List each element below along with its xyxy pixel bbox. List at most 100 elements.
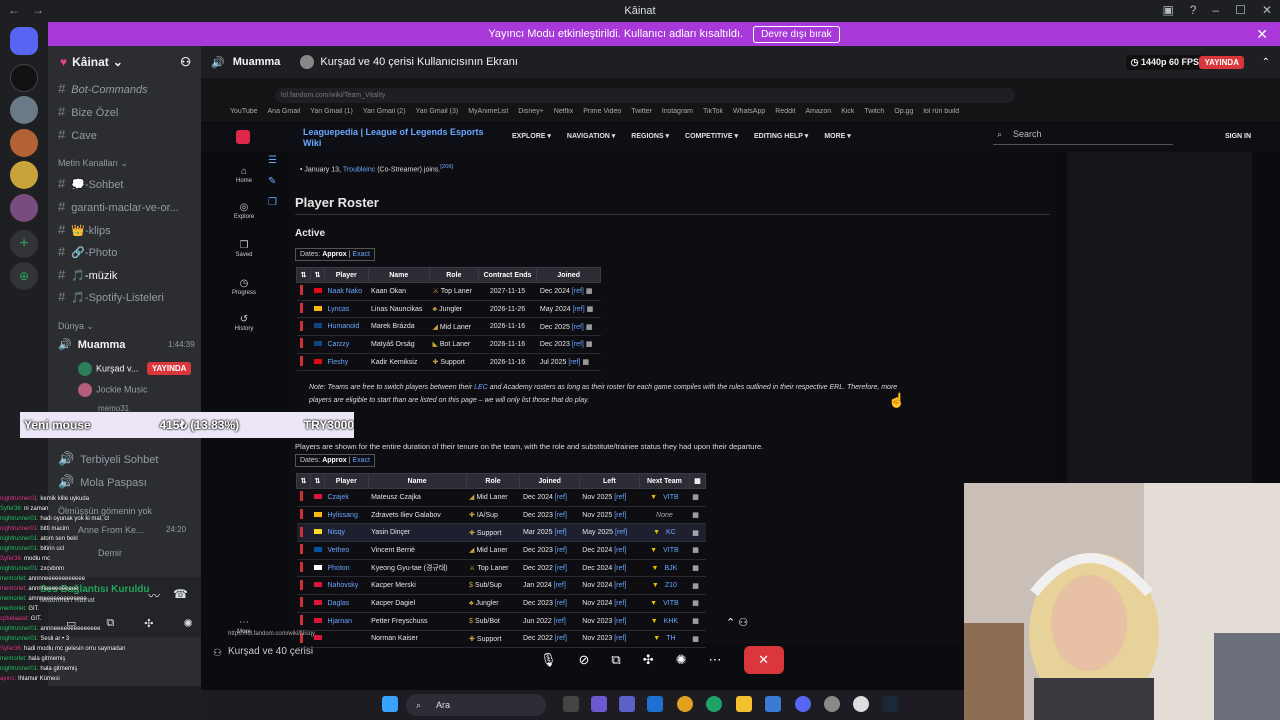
column-header[interactable]: Left — [578, 473, 641, 489]
add-member-icon[interactable]: ⚇ — [180, 55, 191, 69]
add-server-icon[interactable]: + — [10, 230, 38, 258]
file-explorer-icon[interactable] — [736, 696, 752, 712]
bookmark-item[interactable]: lol rün build — [923, 108, 959, 121]
channel-item[interactable]: # Bize Özel — [58, 104, 118, 119]
server-icon[interactable] — [10, 161, 38, 189]
outlook-icon[interactable] — [647, 696, 663, 712]
column-header[interactable]: ⇅ — [310, 267, 325, 283]
teams-icon[interactable] — [619, 696, 635, 712]
copilot-icon[interactable] — [591, 696, 607, 712]
channel-item[interactable]: # 🔗-Photo — [58, 244, 117, 259]
taskbar-search[interactable]: ⌕ Ara — [406, 694, 546, 716]
column-header[interactable]: ⇅ — [296, 473, 311, 489]
player-link[interactable]: Photon — [324, 559, 369, 578]
mic-icon[interactable]: 🎙 — [540, 652, 557, 668]
voice-channel[interactable]: 🔊 Terbiyeli Sohbet — [58, 451, 158, 467]
bookmark-item[interactable]: Op.gg — [894, 108, 913, 121]
bookmark-item[interactable]: Twitch — [864, 108, 884, 121]
close-icon[interactable]: ✕ — [1256, 26, 1268, 43]
wiki-nav-saved[interactable]: ❐ Saved — [228, 240, 260, 258]
calendar-icon[interactable]: ▦ — [692, 547, 699, 554]
column-header[interactable]: Joined — [536, 267, 601, 283]
wiki-menu-item[interactable]: MORE ▾ — [824, 132, 850, 140]
fandom-logo-icon[interactable] — [236, 130, 250, 144]
disable-button[interactable]: Devre dışı bırak — [753, 25, 840, 43]
wiki-menu-item[interactable]: NAVIGATION ▾ — [567, 132, 615, 140]
calendar-icon[interactable]: ▦ — [692, 583, 699, 590]
player-link[interactable]: Carzzy — [324, 335, 369, 354]
calendar-icon[interactable]: ▦ — [582, 359, 589, 366]
player-link[interactable]: Nisqy — [324, 523, 369, 543]
bookmark-item[interactable]: Disney+ — [518, 108, 543, 121]
sign-in-link[interactable]: SIGN IN — [1225, 133, 1251, 140]
player-link[interactable]: Daglas — [324, 594, 369, 613]
bookmark-item[interactable]: Yan Gmail (1) — [310, 108, 353, 121]
inbox-icon[interactable]: ▣ — [1162, 3, 1173, 17]
soundboard-icon[interactable]: ✺ — [676, 652, 687, 668]
server-icon[interactable] — [10, 129, 38, 157]
calendar-icon[interactable]: ▦ — [692, 636, 699, 643]
channel-item[interactable]: # 🎵-Spotify-Listeleri — [58, 289, 164, 304]
voice-user[interactable]: Jockie Music — [78, 383, 148, 397]
player-link[interactable]: Czajek — [324, 488, 369, 507]
wiki-search[interactable]: ⌕ Search — [993, 129, 1173, 145]
column-header[interactable]: ▦ — [688, 473, 707, 489]
bookmark-item[interactable]: Kick — [841, 108, 854, 121]
task-view-icon[interactable] — [563, 696, 579, 712]
calendar-icon[interactable]: ▦ — [692, 494, 699, 501]
more-icon[interactable]: ⋯ — [709, 652, 722, 668]
player-link[interactable]: Fleshy — [324, 353, 369, 372]
server-icon[interactable] — [10, 96, 38, 124]
wiki-menu-item[interactable]: EDITING HELP ▾ — [754, 132, 808, 140]
column-header[interactable]: ⇅ — [296, 267, 311, 283]
discord-icon[interactable] — [795, 696, 811, 712]
channel-item[interactable]: # Bot-Commands — [58, 81, 148, 96]
player-link[interactable]: Nahovsky — [324, 576, 369, 596]
wiki-menu-item[interactable]: EXPLORE ▾ — [512, 132, 551, 140]
bookmark-icon[interactable]: ❐ — [268, 197, 277, 208]
column-header[interactable]: Role — [428, 267, 479, 283]
column-header[interactable]: Player — [324, 473, 369, 489]
steam-icon[interactable] — [882, 696, 898, 712]
calendar-icon[interactable]: ▦ — [692, 600, 699, 607]
bookmark-item[interactable]: Amazon — [806, 108, 832, 121]
discover-icon[interactable]: ⊕ — [10, 262, 38, 290]
forward-arrow-icon[interactable]: → — [32, 3, 44, 17]
column-header[interactable]: Name — [367, 267, 430, 283]
category-text[interactable]: Metin Kanalları ⌄ — [58, 158, 128, 169]
player-link[interactable]: Vetheo — [324, 541, 369, 560]
player-link[interactable]: Naak Nako — [324, 282, 369, 301]
close-window-icon[interactable]: ✕ — [1262, 3, 1272, 17]
store-icon[interactable] — [765, 696, 781, 712]
category-voice[interactable]: Dünya ⌄ — [58, 321, 94, 332]
camera-off-icon[interactable]: ⊘ — [579, 652, 590, 668]
column-header[interactable]: Joined — [519, 473, 580, 489]
voice-user[interactable]: Kurşad v... YAYINDA — [78, 362, 192, 376]
player-link[interactable]: Hylissang — [324, 506, 369, 525]
bookmark-item[interactable]: Reddit — [775, 108, 795, 121]
server-header[interactable]: ♥ Kâinat ⌄ ⚇ — [48, 46, 201, 78]
calendar-icon[interactable]: ▦ — [692, 512, 699, 519]
calendar-icon[interactable]: ▦ — [692, 618, 699, 625]
chevron-up-icon[interactable]: ⌃ — [1262, 57, 1270, 68]
player-link[interactable]: Hjarnan — [324, 612, 369, 631]
column-header[interactable]: Name — [367, 473, 467, 489]
chatgpt-icon[interactable] — [853, 696, 869, 712]
wiki-nav-progress[interactable]: ◷ Progress — [228, 278, 260, 296]
calendar-icon[interactable]: ▦ — [587, 306, 594, 313]
minimize-icon[interactable]: – — [1212, 3, 1219, 17]
windows-start-icon[interactable] — [382, 696, 398, 712]
participants-icon[interactable]: ⌃ ⚇ — [726, 616, 748, 629]
bookmark-item[interactable]: Yan Gmail (3) — [416, 108, 459, 121]
player-link[interactable]: Lyncas — [324, 300, 369, 319]
column-header[interactable]: Player — [324, 267, 369, 283]
calendar-icon[interactable]: ▦ — [586, 341, 593, 348]
wiki-logo[interactable]: Leaguepedia | League of Legends Esports … — [303, 127, 503, 149]
activity-icon[interactable]: ✣ — [643, 652, 654, 668]
bookmark-item[interactable]: TikTok — [703, 108, 723, 121]
channel-item[interactable]: # 💭-Sohbet — [58, 176, 123, 191]
voice-channel[interactable]: 🔊 Mola Paspası — [58, 474, 147, 490]
bookmark-item[interactable]: Instagram — [662, 108, 693, 121]
bookmark-item[interactable]: WhatsApp — [733, 108, 765, 121]
bookmark-item[interactable]: MyAnimeList — [468, 108, 508, 121]
